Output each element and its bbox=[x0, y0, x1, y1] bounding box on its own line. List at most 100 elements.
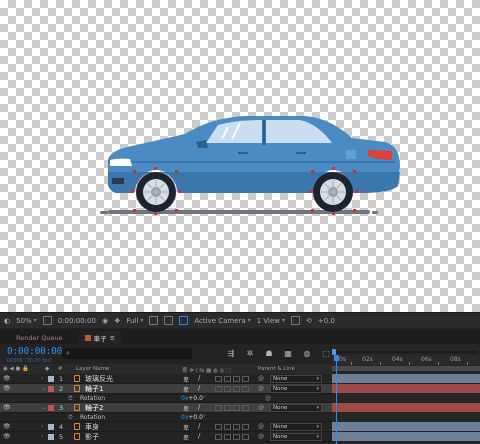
layer-duration-bar[interactable] bbox=[332, 384, 480, 393]
viewer-timecode[interactable]: 0:00:00:00 bbox=[58, 317, 96, 325]
shy-switch-icon[interactable]: 卑 bbox=[183, 423, 189, 432]
camera-select[interactable]: Active Camera ▾ bbox=[194, 317, 250, 325]
layer-switches[interactable] bbox=[215, 386, 249, 392]
visibility-eye-icon[interactable]: 👁 bbox=[3, 433, 11, 440]
expand-triangle-icon[interactable]: › bbox=[41, 423, 43, 430]
shy-switch-icon[interactable]: 卑 bbox=[183, 385, 189, 394]
layer-row[interactable]: 👁 › 5 影子 卑 / @ None ▾ bbox=[0, 432, 332, 442]
shy-switch-icon[interactable]: 卑 bbox=[183, 404, 189, 413]
layer-search-input[interactable] bbox=[62, 348, 192, 359]
pick-whip-icon[interactable]: @ bbox=[265, 395, 271, 402]
layer-name[interactable]: 輪子1 bbox=[85, 384, 103, 394]
quality-switch-icon[interactable]: / bbox=[198, 374, 200, 382]
layer-duration-bar[interactable] bbox=[332, 432, 480, 441]
stopwatch-icon[interactable]: ⏱ bbox=[68, 414, 73, 422]
reset-exposure-icon[interactable]: ⟲ bbox=[306, 317, 312, 325]
layer-row[interactable]: 👁 ⌄ 2 輪子1 卑 / @ None ▾ bbox=[0, 384, 332, 394]
work-area-bar[interactable] bbox=[332, 366, 480, 371]
always-preview-icon[interactable]: ◐ bbox=[4, 317, 10, 325]
layer-switches[interactable] bbox=[215, 424, 249, 430]
composition-flowchart-icon[interactable]: ⇶ bbox=[226, 349, 236, 358]
property-row[interactable]: ⏱ Rotation 0x+0.0° bbox=[0, 413, 332, 422]
layer-switches[interactable] bbox=[215, 376, 249, 382]
parent-select[interactable]: None ▾ bbox=[270, 423, 322, 431]
draft-3d-icon[interactable]: ✲ bbox=[245, 349, 255, 358]
label-color-swatch[interactable] bbox=[48, 434, 54, 440]
collapse-triangle-icon[interactable]: ⌄ bbox=[41, 404, 46, 411]
stopwatch-icon[interactable]: ⏱ bbox=[68, 395, 73, 403]
rear-wheel[interactable] bbox=[313, 172, 353, 212]
shy-switch-icon[interactable]: 卑 bbox=[183, 375, 189, 384]
layer-name[interactable]: 影子 bbox=[85, 432, 99, 442]
graph-editor-icon[interactable]: ⬚ bbox=[321, 349, 331, 358]
av-features-icon[interactable]: ◉ ◀ ● 🔒 bbox=[3, 366, 29, 372]
layer-name-header[interactable]: Layer Name bbox=[76, 366, 109, 372]
quality-switch-icon[interactable]: / bbox=[198, 432, 200, 440]
tab-render-queue[interactable]: Render Queue bbox=[10, 331, 69, 344]
layer-name[interactable]: 玻璃反光 bbox=[85, 374, 113, 384]
parent-select[interactable]: None ▾ bbox=[270, 404, 322, 412]
layer-switches[interactable] bbox=[215, 405, 249, 411]
quality-switch-icon[interactable]: / bbox=[198, 384, 200, 392]
layer-name[interactable]: 輪子2 bbox=[85, 403, 103, 413]
camera-icon[interactable]: ◉ bbox=[102, 317, 108, 325]
toggle-pixel-icon[interactable] bbox=[291, 316, 301, 325]
expand-triangle-icon[interactable]: › bbox=[41, 433, 43, 440]
visibility-eye-icon[interactable]: 👁 bbox=[3, 423, 11, 430]
front-wheel[interactable] bbox=[136, 172, 176, 212]
number-column-icon[interactable]: # bbox=[58, 366, 63, 372]
pick-whip-icon[interactable]: @ bbox=[258, 385, 264, 392]
layer-name[interactable]: 車身 bbox=[85, 422, 99, 432]
parent-select[interactable]: None ▾ bbox=[270, 375, 322, 383]
visibility-eye-icon[interactable]: 👁 bbox=[3, 404, 11, 411]
label-color-swatch[interactable] bbox=[48, 424, 54, 430]
degrees-value[interactable]: +0.0 bbox=[188, 414, 203, 421]
degrees-value[interactable]: +0.0 bbox=[188, 395, 203, 402]
label-column-icon[interactable]: ◆ bbox=[45, 366, 49, 372]
layer-switches[interactable] bbox=[215, 434, 249, 440]
parent-select[interactable]: None ▾ bbox=[270, 385, 322, 393]
label-color-swatch[interactable] bbox=[48, 386, 54, 392]
layer-row[interactable]: 👁 › 4 車身 卑 / @ None ▾ bbox=[0, 422, 332, 432]
current-time-display[interactable]: 0:00:00:00 bbox=[7, 346, 62, 357]
zoom-select[interactable]: 50% ▾ bbox=[16, 317, 37, 325]
resolution-select[interactable]: Full ▾ bbox=[126, 317, 143, 325]
layer-row[interactable]: 👁 › 1 玻璃反光 卑 / @ None ▾ bbox=[0, 374, 332, 384]
pick-whip-icon[interactable]: @ bbox=[258, 433, 264, 440]
rotation-value[interactable]: 0x+0.0° bbox=[181, 414, 206, 421]
time-navigator-track[interactable] bbox=[335, 351, 477, 353]
pick-whip-icon[interactable]: @ bbox=[258, 423, 264, 430]
car-illustration[interactable] bbox=[0, 0, 480, 312]
layer-duration-bar[interactable] bbox=[332, 422, 480, 431]
time-ruler[interactable]: 0s 02s 04s 06s 08s bbox=[332, 355, 480, 365]
pick-whip-icon[interactable]: @ bbox=[258, 404, 264, 411]
3d-view-icon[interactable] bbox=[179, 316, 189, 325]
shy-switch-icon[interactable]: 卑 bbox=[183, 433, 189, 442]
layer-duration-bar[interactable] bbox=[332, 374, 480, 383]
tab-composition[interactable]: 車子 ≡ bbox=[78, 331, 122, 344]
visibility-eye-icon[interactable]: 👁 bbox=[3, 375, 11, 382]
pick-whip-icon[interactable]: @ bbox=[258, 375, 264, 382]
layer-row[interactable]: 👁 ⌄ 3 輪子2 卑 / @ None ▾ bbox=[0, 403, 332, 413]
safe-margins-icon[interactable] bbox=[42, 316, 52, 325]
switches-header-icon[interactable]: 卑 ✲ \ fx ▦ ◍ ◎ ⬚ bbox=[182, 366, 231, 374]
quality-switch-icon[interactable]: / bbox=[198, 403, 200, 411]
label-color-swatch[interactable] bbox=[48, 376, 54, 382]
frame-blending-icon[interactable]: ▦ bbox=[283, 349, 293, 358]
transparency-grid-icon[interactable] bbox=[164, 316, 174, 325]
color-channel-icon[interactable]: ❖ bbox=[114, 317, 120, 325]
region-of-interest-icon[interactable] bbox=[149, 316, 159, 325]
parent-select[interactable]: None ▾ bbox=[270, 433, 322, 441]
parent-link-header[interactable]: Parent & Link bbox=[258, 366, 295, 372]
exposure-value[interactable]: +0.0 bbox=[318, 317, 335, 325]
motion-blur-icon[interactable]: ◍ bbox=[302, 349, 312, 358]
timeline-panel[interactable]: 0s 02s 04s 06s 08s bbox=[332, 344, 480, 444]
property-row[interactable]: ⏱ Rotation 0x+0.0° @ bbox=[0, 394, 332, 403]
visibility-eye-icon[interactable]: 👁 bbox=[3, 385, 11, 392]
view-layout-select[interactable]: 1 View ▾ bbox=[257, 317, 285, 325]
collapse-triangle-icon[interactable]: ⌄ bbox=[41, 385, 46, 392]
shy-layers-icon[interactable]: ☗ bbox=[264, 349, 274, 358]
label-color-swatch[interactable] bbox=[48, 405, 54, 411]
rotation-value[interactable]: 0x+0.0° bbox=[181, 395, 206, 402]
quality-switch-icon[interactable]: / bbox=[198, 422, 200, 430]
